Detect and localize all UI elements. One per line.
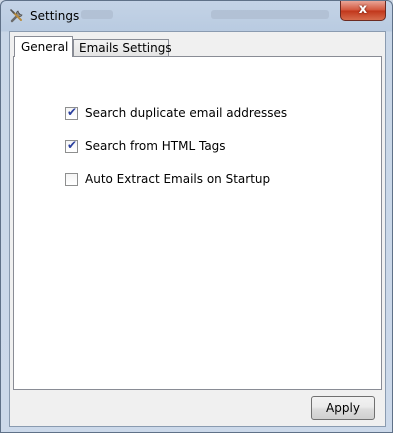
check-mark-icon: ✔ <box>67 138 78 152</box>
dialog-body: General Emails Settings ✔ Search duplica… <box>9 31 386 427</box>
title-bar[interactable]: Settings x <box>1 1 392 31</box>
blurred-title-fragment <box>81 10 113 19</box>
search-duplicate-checkbox[interactable]: ✔ <box>65 105 78 120</box>
blurred-title-fragment <box>211 10 329 19</box>
option-label: Auto Extract Emails on Startup <box>85 172 271 186</box>
check-mark-icon: ✔ <box>67 105 78 119</box>
general-tab-panel: ✔ Search duplicate email addresses ✔ Sea… <box>13 56 382 390</box>
apply-button[interactable]: Apply <box>311 396 375 420</box>
option-label: Search from HTML Tags <box>85 139 226 153</box>
settings-tools-icon <box>9 8 25 24</box>
search-html-tags-checkbox[interactable]: ✔ <box>65 138 78 153</box>
option-label: Search duplicate email addresses <box>85 106 288 120</box>
auto-extract-checkbox[interactable] <box>65 173 78 186</box>
tab-label: Emails Settings <box>79 41 172 55</box>
close-icon: x <box>358 2 368 17</box>
window-title: Settings <box>30 9 80 23</box>
settings-window: Settings x General Emails Settings ✔ Sea… <box>0 0 393 433</box>
tab-label: General <box>21 40 69 54</box>
tab-general[interactable]: General <box>14 36 73 57</box>
close-button[interactable]: x <box>340 1 386 21</box>
tab-emails-settings[interactable]: Emails Settings <box>73 39 172 57</box>
